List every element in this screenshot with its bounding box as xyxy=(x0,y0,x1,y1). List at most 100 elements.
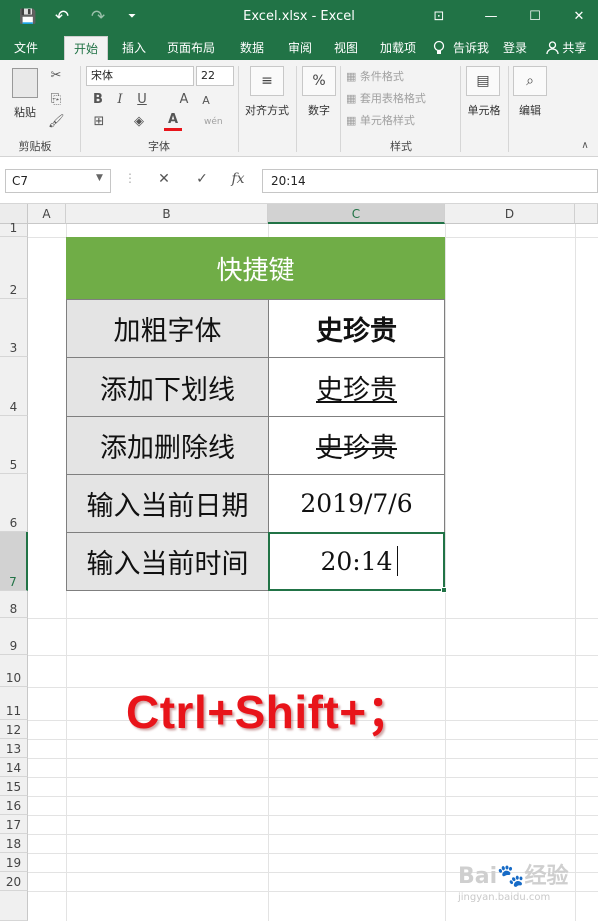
row-header-6[interactable]: 6 xyxy=(0,474,28,532)
grow-font-button[interactable]: A xyxy=(176,92,192,108)
tab-review[interactable]: 审阅 xyxy=(280,36,320,60)
row-header-13[interactable]: 13 xyxy=(0,739,28,758)
column-header-a[interactable]: A xyxy=(28,204,66,224)
cell-b4[interactable]: 添加下划线 xyxy=(66,357,269,417)
conditional-formatting-icon: ▦ xyxy=(346,70,360,83)
tab-data[interactable]: 数据 xyxy=(232,36,272,60)
close-button[interactable]: ✕ xyxy=(568,6,590,28)
align-icon: ≡ xyxy=(250,66,284,96)
column-header-c[interactable]: C xyxy=(268,204,445,224)
font-size-select[interactable]: 22 xyxy=(196,66,234,86)
editing-button[interactable]: ⌕ 编辑 xyxy=(510,66,550,130)
row-header-1[interactable]: 1 xyxy=(0,221,28,237)
cell-b5[interactable]: 添加删除线 xyxy=(66,416,269,475)
row-header-12[interactable]: 12 xyxy=(0,720,28,739)
clipboard-icon xyxy=(12,68,38,98)
tell-me-search[interactable]: 告诉我 xyxy=(448,36,494,60)
gridline xyxy=(445,224,446,921)
row-header-5[interactable]: 5 xyxy=(0,416,28,474)
row-header-7[interactable]: 7 xyxy=(0,532,28,591)
paste-button[interactable]: 粘贴 xyxy=(6,66,44,128)
row-header-14[interactable]: 14 xyxy=(0,758,28,777)
cancel-icon[interactable]: ✕ xyxy=(154,171,174,187)
row-header-11[interactable]: 11 xyxy=(0,687,28,720)
cells-button[interactable]: ▤ 单元格 xyxy=(462,66,506,130)
row-header-15[interactable]: 15 xyxy=(0,777,28,796)
format-as-table-button[interactable]: ▦ 套用表格格式 xyxy=(346,90,456,106)
cell-c7-active[interactable]: 20:14 xyxy=(268,532,445,591)
borders-icon[interactable]: ⊞ xyxy=(90,114,108,130)
maximize-button[interactable]: ☐ xyxy=(524,6,546,28)
tab-addins[interactable]: 加载项 xyxy=(372,36,424,60)
text-cursor-icon xyxy=(397,546,398,576)
fill-color-icon[interactable]: ◈ xyxy=(130,114,148,130)
sign-in-link[interactable]: 登录 xyxy=(498,36,532,60)
gridline xyxy=(28,834,598,835)
copy-icon[interactable]: ⎘ xyxy=(48,92,64,108)
column-header-d[interactable]: D xyxy=(445,204,575,224)
row-header-2[interactable]: 2 xyxy=(0,237,28,299)
font-name-select[interactable]: 宋体 xyxy=(86,66,194,86)
row-header-16[interactable]: 16 xyxy=(0,796,28,815)
group-separator xyxy=(296,66,297,152)
tab-file[interactable]: 文件 xyxy=(6,36,46,60)
row-header-19[interactable]: 19 xyxy=(0,853,28,872)
table-header-shortcuts[interactable]: 快捷键 xyxy=(66,237,445,299)
row-header-18[interactable]: 18 xyxy=(0,834,28,853)
share-button[interactable]: 共享 xyxy=(538,36,594,60)
tab-home[interactable]: 开始 xyxy=(64,36,108,60)
clipboard-group-label: 剪贴板 xyxy=(18,140,52,153)
drag-handle-icon[interactable]: ⋮ xyxy=(120,171,140,185)
number-label: 数字 xyxy=(308,104,330,117)
format-painter-icon[interactable]: 🖌 xyxy=(48,114,65,130)
watermark-url: jingyan.baidu.com xyxy=(458,892,551,903)
group-separator xyxy=(340,66,341,152)
font-color-button[interactable]: A xyxy=(164,112,182,131)
tab-insert[interactable]: 插入 xyxy=(114,36,154,60)
insert-function-icon[interactable]: fx xyxy=(228,171,248,187)
cell-b7[interactable]: 输入当前时间 xyxy=(66,532,269,591)
bold-button[interactable]: B xyxy=(90,92,106,108)
enter-icon[interactable]: ✓ xyxy=(192,171,212,187)
lightbulb-icon xyxy=(432,36,446,60)
tab-page-layout[interactable]: 页面布局 xyxy=(160,36,222,60)
cell-b3[interactable]: 加粗字体 xyxy=(66,299,269,358)
ribbon-tabs: 文件 开始 插入 页面布局 数据 审阅 视图 加载项 告诉我 登录 共享 xyxy=(0,36,598,60)
ribbon-display-options-icon[interactable]: ⊡ xyxy=(428,6,450,28)
fill-handle[interactable] xyxy=(441,587,447,593)
row-header-3[interactable]: 3 xyxy=(0,299,28,357)
cell-c4[interactable]: 史珍贵 xyxy=(268,357,445,417)
shrink-font-button[interactable]: A xyxy=(198,93,214,109)
row-header-8[interactable]: 8 xyxy=(0,591,28,618)
row-header-9[interactable]: 9 xyxy=(0,618,28,655)
phonetic-icon[interactable]: wén xyxy=(204,114,223,130)
number-format-button[interactable]: % 数字 xyxy=(300,66,338,130)
row-header-4[interactable]: 4 xyxy=(0,357,28,416)
alignment-label: 对齐方式 xyxy=(245,104,289,117)
minimize-button[interactable]: — xyxy=(480,6,502,28)
cells-icon: ▤ xyxy=(466,66,500,96)
cell-c3[interactable]: 史珍贵 xyxy=(268,299,445,358)
formula-input[interactable]: 20:14 xyxy=(262,169,598,193)
watermark-logo: Bai🐾经验 xyxy=(458,864,569,889)
row-header-21[interactable] xyxy=(0,891,28,921)
column-header-b[interactable]: B xyxy=(66,204,268,224)
cell-b6[interactable]: 输入当前日期 xyxy=(66,474,269,533)
row-header-20[interactable]: 20 xyxy=(0,872,28,891)
cell-c5[interactable]: 史珍贵 xyxy=(268,416,445,475)
alignment-button[interactable]: ≡ 对齐方式 xyxy=(242,66,292,130)
cell-styles-button[interactable]: ▦ 单元格样式 xyxy=(346,112,446,128)
cell-c6[interactable]: 2019/7/6 xyxy=(268,474,445,533)
column-header-e[interactable] xyxy=(575,204,598,224)
row-header-10[interactable]: 10 xyxy=(0,655,28,687)
row-header-17[interactable]: 17 xyxy=(0,815,28,834)
italic-button[interactable]: I xyxy=(112,92,128,108)
cut-icon[interactable]: ✂ xyxy=(48,68,64,84)
conditional-formatting-button[interactable]: ▦ 条件格式 xyxy=(346,68,446,84)
gridline xyxy=(28,655,598,656)
collapse-ribbon-icon[interactable]: ∧ xyxy=(578,138,592,154)
name-box-dropdown-icon[interactable]: ▼ xyxy=(96,173,103,183)
underline-button[interactable]: U xyxy=(134,92,150,108)
cells-label: 单元格 xyxy=(467,104,501,117)
tab-view[interactable]: 视图 xyxy=(326,36,366,60)
